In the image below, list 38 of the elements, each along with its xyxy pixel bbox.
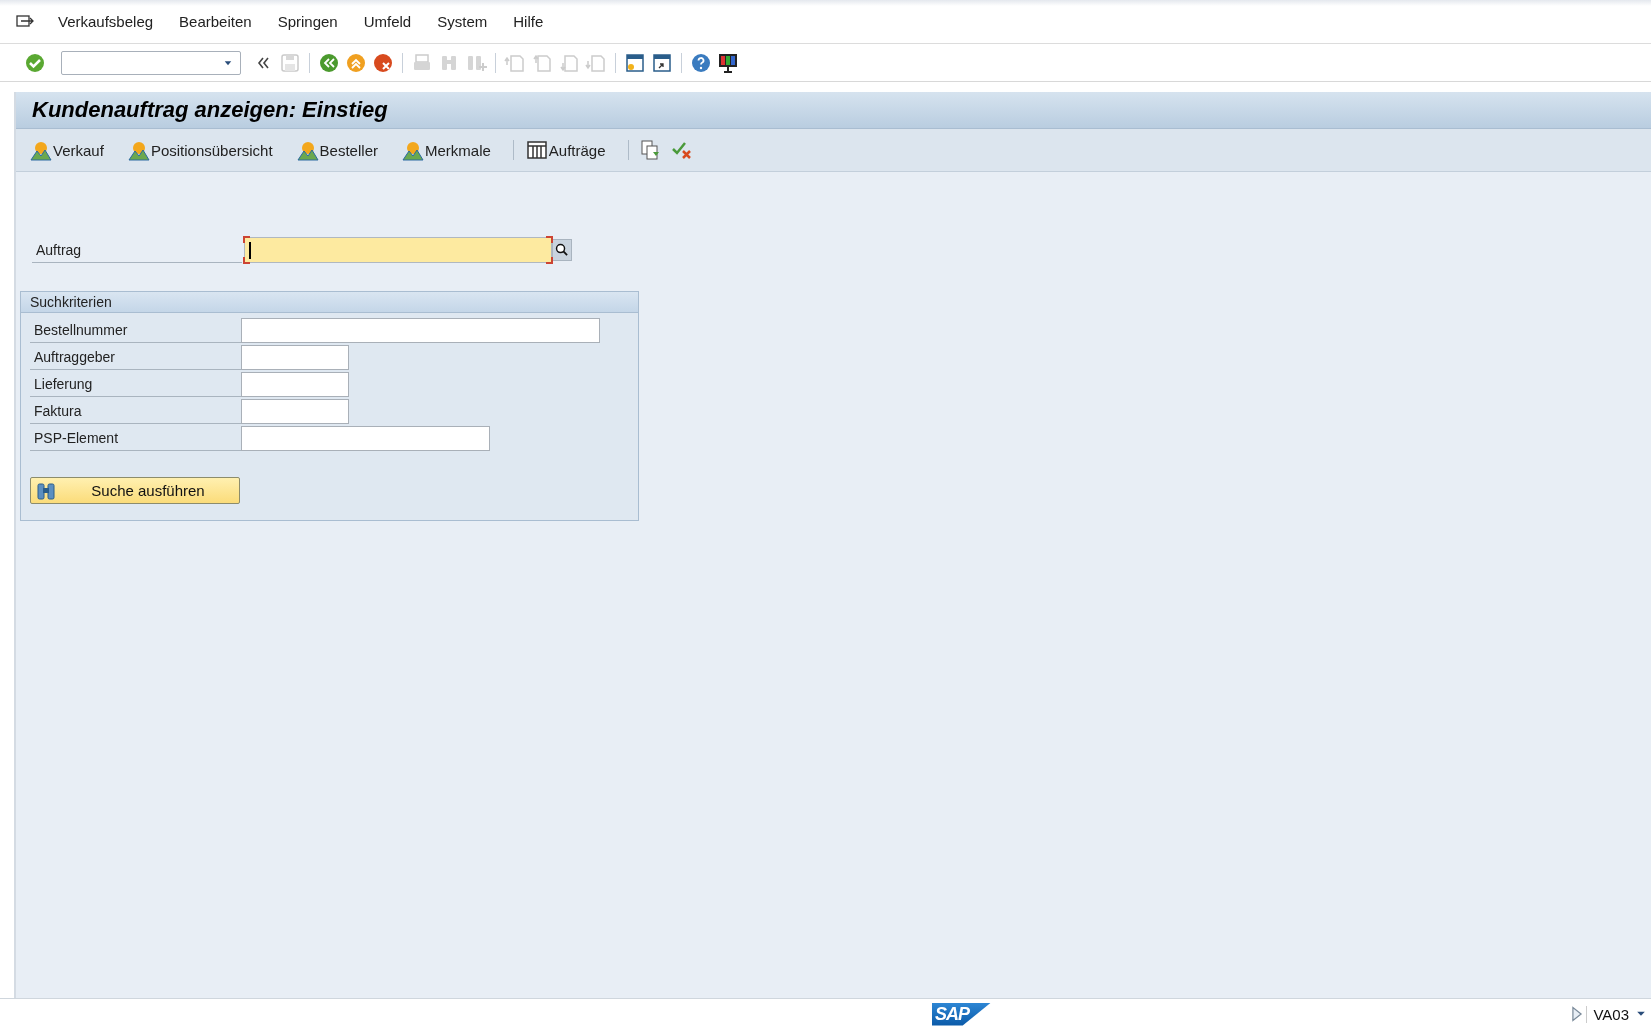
table-icon [525, 139, 548, 161]
menu-item[interactable]: Verkaufsbeleg [58, 13, 154, 30]
group-title: Suchkriterien [30, 293, 112, 312]
search-button[interactable]: Suche ausführen [30, 477, 240, 504]
input-field[interactable] [241, 372, 349, 397]
help-icon[interactable] [690, 51, 712, 74]
toolbar-button[interactable]: Positionsübersicht [125, 137, 275, 163]
screen-title: Kundenauftrag anzeigen: Einstieg [32, 97, 388, 123]
input-field[interactable] [241, 426, 490, 451]
mountain-sun-icon [296, 139, 319, 161]
mountain-sun-icon [401, 139, 424, 161]
menu-item[interactable]: System [437, 13, 488, 30]
menu-item[interactable]: Springen [277, 13, 338, 30]
check-icon[interactable] [24, 51, 46, 74]
order-input-field[interactable] [244, 237, 552, 263]
transaction-code: VA03 [1586, 1005, 1635, 1023]
menu-item[interactable]: Hilfe [513, 13, 544, 30]
menu-item[interactable]: Bearbeiten [179, 13, 252, 30]
input-field[interactable] [241, 399, 349, 424]
input-field[interactable] [241, 318, 600, 343]
mountain-sun-icon [30, 139, 52, 161]
toolbar-button[interactable]: Besteller [294, 137, 380, 163]
search-help-button[interactable] [552, 239, 572, 261]
field-label: Auftrag [32, 237, 242, 263]
toolbar-button[interactable]: Verkauf [28, 137, 106, 163]
mountain-sun-icon [127, 139, 150, 161]
monitor-icon[interactable] [717, 51, 739, 74]
toolbar-button[interactable]: Aufträge [523, 137, 608, 163]
input-field[interactable] [241, 345, 349, 370]
search-icon [554, 242, 570, 258]
exit-icon[interactable] [345, 51, 367, 74]
back-icon[interactable] [318, 51, 340, 74]
cancel-icon[interactable] [372, 51, 394, 74]
sap-logo: SAP [932, 1002, 991, 1026]
document-copy-icon[interactable] [638, 139, 661, 161]
toolbar-button[interactable]: Merkmale [399, 137, 493, 163]
menu-item[interactable]: Umfeld [363, 13, 412, 30]
command-field[interactable] [61, 50, 241, 75]
